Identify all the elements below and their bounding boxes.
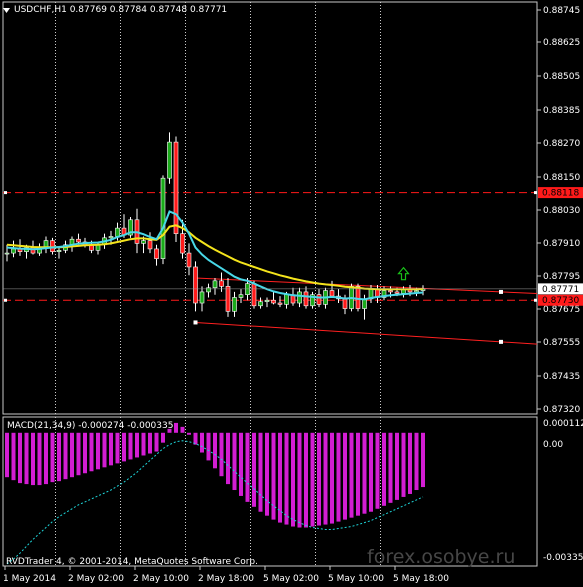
header-overlay (3, 8, 10, 13)
chart-header: USDCHF,H1 0.87769 0.87784 0.87748 0.8777… (4, 5, 227, 16)
watermark: forex.osobye.ru (367, 546, 516, 568)
ohlc-label: 0.87769 0.87784 0.87748 0.87771 (69, 5, 228, 15)
symbol-label: USDCHF,H1 (14, 5, 67, 15)
macd-title: MACD(21,34,9) -0.000274 -0.000335 (7, 421, 174, 431)
copyright-label: RVDTrader 4, © 2001-2014, MetaQuotes Sof… (6, 557, 258, 567)
